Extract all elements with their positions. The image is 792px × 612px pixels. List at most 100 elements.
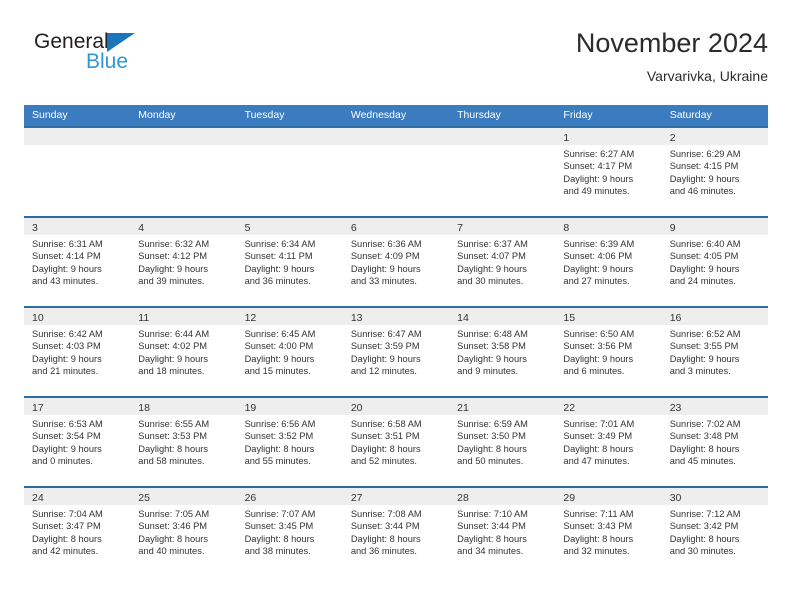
calendar-day-cell[interactable]: 23 Sunrise: 7:02 AM Sunset: 3:48 PM Dayligh… (661, 396, 768, 486)
day-number-band: 1 (555, 128, 662, 145)
day-number-band: 12 (236, 308, 343, 325)
day-details (449, 145, 555, 148)
day-number-band: 5 (236, 218, 343, 235)
day-number-band: 29 (555, 488, 662, 505)
sunset-text: Sunset: 4:07 PM (457, 251, 526, 262)
calendar-cell-empty (130, 126, 237, 216)
calendar-day-cell[interactable]: 18 Sunrise: 6:55 AM Sunset: 3:53 PM Dayligh… (130, 396, 237, 486)
calendar-day-cell[interactable]: 21 Sunrise: 6:59 AM Sunset: 3:50 PM Dayligh… (449, 396, 556, 486)
calendar-day-cell[interactable]: 29 Sunrise: 7:11 AM Sunset: 3:43 PM Dayligh… (555, 486, 662, 576)
day-number-band: 8 (555, 218, 662, 235)
weekday-header-sunday: Sunday (32, 109, 68, 121)
daylight-text-line1: Daylight: 9 hours (32, 443, 102, 454)
daylight-text-line2: and 15 minutes. (244, 365, 311, 376)
calendar-day-cell[interactable]: 5 Sunrise: 6:34 AM Sunset: 4:11 PM Daylight… (236, 216, 343, 306)
day-number: 22 (563, 402, 576, 414)
weekday-header-tuesday: Tuesday (244, 109, 285, 121)
daylight-text-line2: and 27 minutes. (563, 275, 630, 286)
daylight-text-line2: and 33 minutes. (350, 275, 417, 286)
day-details: Sunrise: 6:56 AM Sunset: 3:52 PM Daylight:… (237, 415, 343, 467)
page-subtitle-location: Varvarivka, Ukraine (646, 68, 768, 84)
calendar-day-cell[interactable]: 20 Sunrise: 6:58 AM Sunset: 3:51 PM Dayligh… (342, 396, 450, 486)
sunrise-text: Sunrise: 6:55 AM (138, 419, 210, 429)
daylight-text-line1: Daylight: 9 hours (669, 173, 740, 184)
calendar-day-cell[interactable]: 22 Sunrise: 7:01 AM Sunset: 3:49 PM Dayligh… (555, 396, 662, 486)
day-number-band: 28 (449, 488, 556, 505)
calendar-day-cell[interactable]: 4 Sunrise: 6:32 AM Sunset: 4:12 PM Daylight… (130, 216, 237, 306)
weekday-header-thursday: Thursday (457, 109, 501, 121)
day-number: 21 (457, 402, 469, 414)
calendar-day-cell[interactable]: 12 Sunrise: 6:45 AM Sunset: 4:00 PM Dayligh… (236, 306, 343, 396)
general-blue-logo[interactable]: General Blue (24, 30, 244, 86)
daylight-text-line1: Daylight: 8 hours (563, 533, 634, 544)
sunset-text: Sunset: 4:09 PM (350, 251, 420, 262)
sunrise-text: Sunrise: 6:34 AM (244, 239, 316, 249)
calendar-grid: Sunday Monday Tuesday Wednesday Thursday Frid… (24, 105, 768, 576)
daylight-text-line2: and 3 minutes. (669, 365, 731, 376)
calendar-day-cell[interactable]: 19 Sunrise: 6:56 AM Sunset: 3:52 PM Dayligh… (236, 396, 343, 486)
day-number-band: 25 (130, 488, 237, 505)
calendar-page: General Blue November 2024 Varvarivka, U… (0, 0, 792, 612)
day-number-band (342, 128, 450, 145)
calendar-day-cell[interactable]: 7 Sunrise: 6:37 AM Sunset: 4:07 PM Daylight… (449, 216, 556, 306)
day-details: Sunrise: 6:53 AM Sunset: 3:54 PM Daylight:… (24, 415, 130, 467)
calendar-day-cell[interactable]: 13 Sunrise: 6:47 AM Sunset: 3:59 PM Dayligh… (342, 306, 450, 396)
calendar-day-cell[interactable]: 28 Sunrise: 7:10 AM Sunset: 3:44 PM Dayligh… (449, 486, 556, 576)
sunrise-text: Sunrise: 6:29 AM (669, 149, 741, 159)
calendar-day-cell[interactable]: 15 Sunrise: 6:50 AM Sunset: 3:56 PM Dayligh… (555, 306, 662, 396)
day-number-band: 4 (130, 218, 237, 235)
sunrise-text: Sunrise: 6:42 AM (32, 329, 103, 339)
calendar-day-cell[interactable]: 24 Sunrise: 7:04 AM Sunset: 3:47 PM Dayligh… (24, 486, 131, 576)
daylight-text-line2: and 30 minutes. (669, 545, 736, 556)
daylight-text-line2: and 47 minutes. (563, 455, 630, 466)
sunset-text: Sunset: 4:11 PM (244, 251, 313, 262)
calendar-day-cell[interactable]: 16 Sunrise: 6:52 AM Sunset: 3:55 PM Dayligh… (661, 306, 768, 396)
calendar-day-cell[interactable]: 26 Sunrise: 7:07 AM Sunset: 3:45 PM Dayligh… (236, 486, 343, 576)
sunrise-text: Sunrise: 6:44 AM (138, 329, 210, 339)
daylight-text-line2: and 38 minutes. (244, 545, 311, 556)
day-number: 24 (32, 492, 44, 504)
daylight-text-line2: and 58 minutes. (138, 455, 205, 466)
day-number-band: 30 (661, 488, 768, 505)
calendar-day-cell[interactable]: 27 Sunrise: 7:08 AM Sunset: 3:44 PM Dayligh… (342, 486, 450, 576)
day-details: Sunrise: 6:42 AM Sunset: 4:03 PM Daylight:… (24, 325, 130, 377)
day-number-band: 10 (24, 308, 131, 325)
calendar-day-cell[interactable]: 6 Sunrise: 6:36 AM Sunset: 4:09 PM Daylight… (342, 216, 450, 306)
calendar-day-cell[interactable]: 11 Sunrise: 6:44 AM Sunset: 4:02 PM Dayligh… (130, 306, 237, 396)
calendar-day-cell[interactable]: 1 Sunrise: 6:27 AM Sunset: 4:17 PM Daylight… (555, 126, 662, 216)
calendar-day-cell[interactable]: 3 Sunrise: 6:31 AM Sunset: 4:14 PM Daylight… (24, 216, 131, 306)
sunrise-text: Sunrise: 6:56 AM (244, 419, 316, 429)
calendar-day-cell[interactable]: 2 Sunrise: 6:29 AM Sunset: 4:15 PM Daylight… (661, 126, 768, 216)
day-number-band: 21 (449, 398, 556, 415)
sunrise-text: Sunrise: 7:11 AM (563, 509, 634, 519)
sunset-text: Sunset: 4:12 PM (138, 251, 208, 262)
day-details: Sunrise: 6:50 AM Sunset: 3:56 PM Daylight:… (555, 325, 661, 377)
day-details: Sunrise: 7:05 AM Sunset: 3:46 PM Daylight:… (130, 505, 236, 557)
day-number-band: 14 (449, 308, 556, 325)
calendar-day-cell[interactable]: 17 Sunrise: 6:53 AM Sunset: 3:54 PM Dayligh… (24, 396, 131, 486)
daylight-text-line1: Daylight: 8 hours (32, 533, 102, 544)
day-number-band (130, 128, 237, 145)
sunset-text: Sunset: 3:44 PM (350, 521, 420, 532)
week-row: 10 Sunrise: 6:42 AM Sunset: 4:03 PM Dayligh… (24, 306, 768, 396)
calendar-day-cell[interactable]: 30 Sunrise: 7:12 AM Sunset: 3:42 PM Dayligh… (661, 486, 768, 576)
weekday-header-saturday: Saturday (669, 109, 712, 121)
daylight-text-line2: and 49 minutes. (563, 185, 630, 196)
sunset-text: Sunset: 4:06 PM (563, 251, 633, 262)
day-details: Sunrise: 6:58 AM Sunset: 3:51 PM Daylight:… (343, 415, 449, 467)
daylight-text-line2: and 32 minutes. (563, 545, 630, 556)
day-number-band: 20 (342, 398, 450, 415)
day-number: 20 (350, 402, 363, 414)
calendar-day-cell[interactable]: 9 Sunrise: 6:40 AM Sunset: 4:05 PM Daylight… (661, 216, 768, 306)
sunset-text: Sunset: 3:45 PM (244, 521, 314, 532)
calendar-day-cell[interactable]: 25 Sunrise: 7:05 AM Sunset: 3:46 PM Dayligh… (130, 486, 237, 576)
daylight-text-line1: Daylight: 9 hours (138, 353, 209, 364)
day-details (343, 145, 449, 148)
calendar-day-cell[interactable]: 10 Sunrise: 6:42 AM Sunset: 4:03 PM Dayligh… (24, 306, 131, 396)
day-number-band (24, 128, 131, 145)
day-number: 14 (457, 312, 469, 324)
calendar-day-cell[interactable]: 14 Sunrise: 6:48 AM Sunset: 3:58 PM Dayligh… (449, 306, 556, 396)
sunset-text: Sunset: 3:47 PM (32, 521, 101, 532)
week-row: 3 Sunrise: 6:31 AM Sunset: 4:14 PM Daylight… (24, 216, 768, 306)
calendar-day-cell[interactable]: 8 Sunrise: 6:39 AM Sunset: 4:06 PM Daylight… (555, 216, 662, 306)
